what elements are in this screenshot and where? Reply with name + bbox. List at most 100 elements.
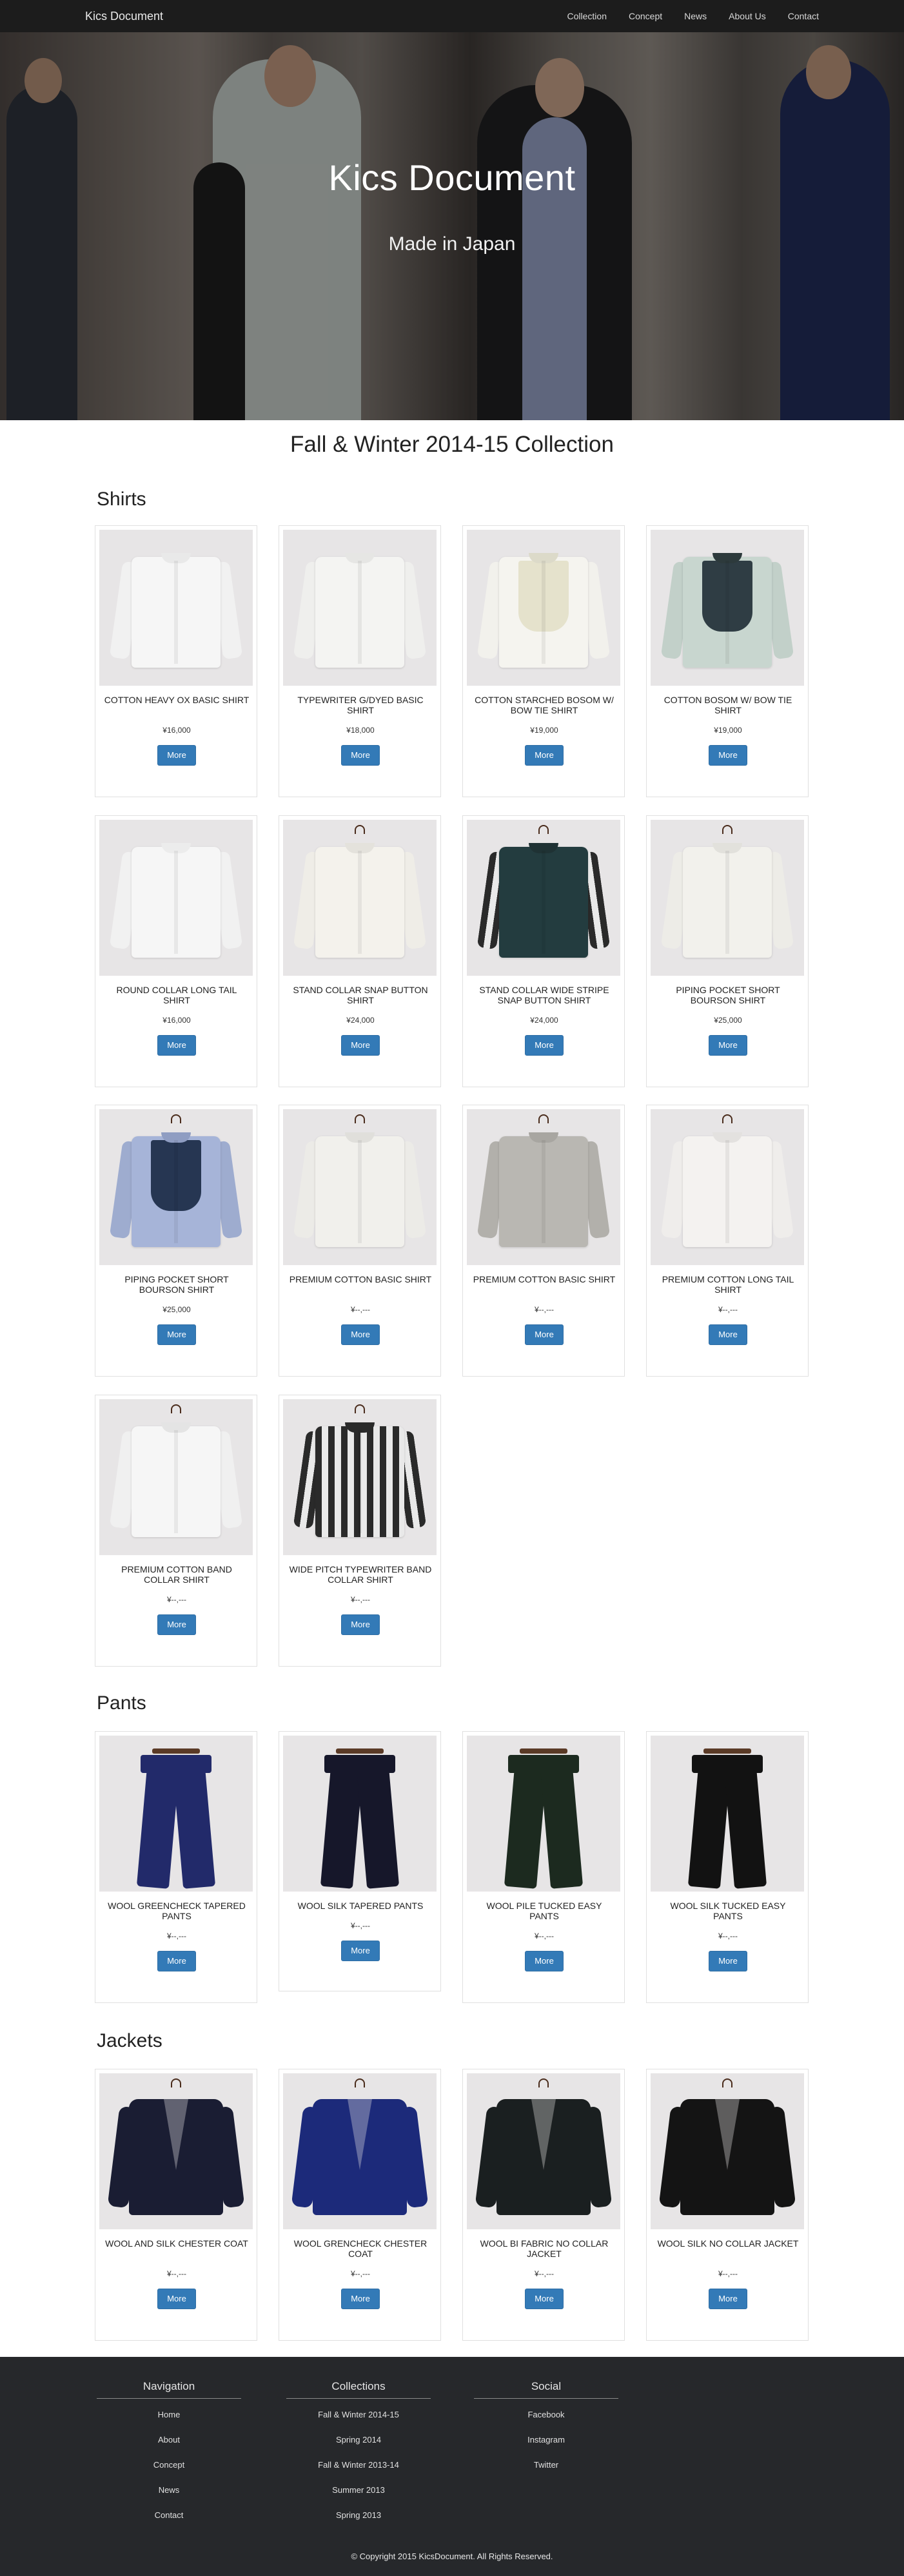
product-image[interactable] [467,2073,620,2229]
more-button[interactable]: More [709,2289,747,2309]
footer-link-concept[interactable]: Concept [97,2457,241,2482]
footer-link-facebook[interactable]: Facebook [474,2407,618,2432]
more-button[interactable]: More [525,1035,564,1056]
footer: Navigation Home About Concept News Conta… [0,2357,904,2576]
product-price: ¥--,--- [351,1921,370,1930]
product-image[interactable] [651,1736,804,1892]
product-image[interactable] [99,1399,253,1555]
product-price: ¥25,000 [162,1305,191,1314]
more-button[interactable]: More [341,1941,380,1961]
more-button[interactable]: More [709,1035,747,1056]
shirts-card: PREMIUM COTTON BASIC SHIRT ¥--,--- More [279,1105,441,1377]
nav-link-collection[interactable]: Collection [567,11,607,21]
pants-card: WOOL PILE TUCKED EASY PANTS ¥--,--- More [462,1731,625,2003]
product-image[interactable] [99,530,253,686]
shirts-card: PIPING POCKET SHORT BOURSON SHIRT ¥25,000… [95,1105,257,1377]
product-image[interactable] [99,820,253,976]
product-name: PIPING POCKET SHORT BOURSON SHIRT [676,985,780,1005]
product-image[interactable] [651,820,804,976]
product-image[interactable] [283,1399,437,1555]
more-button[interactable]: More [157,1035,196,1056]
footer-link-home[interactable]: Home [97,2407,241,2432]
product-image[interactable] [467,530,620,686]
product-image[interactable] [283,2073,437,2229]
more-button[interactable]: More [525,1951,564,1971]
product-name: WOOL GRENCHECK CHESTER COAT [293,2238,427,2259]
product-image[interactable] [99,1109,253,1265]
hanger-icon [538,825,549,834]
product-image[interactable] [283,820,437,976]
top-navbar: Kics Document Collection Concept News Ab… [0,0,904,32]
product-image[interactable] [651,1109,804,1265]
pants-card: WOOL SILK TAPERED PANTS ¥--,--- More [279,1731,441,1991]
product-price: ¥24,000 [530,1016,558,1025]
footer-link-instagram[interactable]: Instagram [474,2432,618,2457]
more-button[interactable]: More [157,745,196,766]
product-price: ¥16,000 [162,726,191,735]
more-button[interactable]: More [341,1035,380,1056]
product-image[interactable] [467,1736,620,1892]
more-button[interactable]: More [709,1951,747,1971]
product-image[interactable] [283,1109,437,1265]
footer-link-spring-2014[interactable]: Spring 2014 [286,2432,431,2457]
hanger-icon [355,1114,365,1123]
product-name: COTTON HEAVY OX BASIC SHIRT [104,695,250,705]
product-price: ¥--,--- [167,2269,186,2278]
footer-link-summer-2013[interactable]: Summer 2013 [286,2482,431,2507]
hanger-icon [171,1404,181,1413]
nav-link-about-us[interactable]: About Us [729,11,766,21]
shirts-card: COTTON HEAVY OX BASIC SHIRT ¥16,000 More [95,525,257,797]
footer-link-about[interactable]: About [97,2432,241,2457]
footer-collections-heading: Collections [286,2380,431,2399]
product-image[interactable] [651,2073,804,2229]
more-button[interactable]: More [341,745,380,766]
more-button[interactable]: More [157,1614,196,1635]
hanger-icon [152,1748,200,1754]
more-button[interactable]: More [341,2289,380,2309]
product-image[interactable] [283,1736,437,1892]
footer-link-fw-2014-15[interactable]: Fall & Winter 2014-15 [286,2407,431,2432]
product-image[interactable] [467,820,620,976]
footer-link-contact[interactable]: Contact [97,2507,241,2532]
footer-link-twitter[interactable]: Twitter [474,2457,618,2482]
product-price: ¥--,--- [167,1595,186,1604]
product-price: ¥16,000 [162,1016,191,1025]
pants-card: WOOL GREENCHECK TAPERED PANTS ¥--,--- More [95,1731,257,2003]
product-name: WOOL BI FABRIC NO COLLAR JACKET [480,2238,609,2259]
more-button[interactable]: More [525,2289,564,2309]
product-image[interactable] [283,530,437,686]
more-button[interactable]: More [709,1324,747,1345]
more-button[interactable]: More [525,1324,564,1345]
shirts-card: PREMIUM COTTON LONG TAIL SHIRT ¥--,--- Mor… [646,1105,809,1377]
more-button[interactable]: More [525,745,564,766]
more-button[interactable]: More [709,745,747,766]
product-name: STAND COLLAR WIDE STRIPE SNAP BUTTON SHI… [479,985,609,1005]
more-button[interactable]: More [341,1614,380,1635]
product-image[interactable] [467,1109,620,1265]
pants-card: WOOL SILK TUCKED EASY PANTS ¥--,--- More [646,1731,809,2003]
nav-link-news[interactable]: News [684,11,707,21]
hanger-icon [722,1114,732,1123]
hanger-icon [336,1748,384,1754]
nav-link-contact[interactable]: Contact [788,11,819,21]
shirts-card: COTTON STARCHED BOSOM W/ BOW TIE SHIRT ¥1… [462,525,625,797]
footer-navigation-column: Navigation Home About Concept News Conta… [97,2380,241,2532]
more-button[interactable]: More [157,1951,196,1971]
shirts-card: PREMIUM COTTON BASIC SHIRT ¥--,--- More [462,1105,625,1377]
product-name: WOOL SILK TAPERED PANTS [297,1901,424,1911]
product-image[interactable] [651,530,804,686]
hanger-icon [703,1748,751,1754]
product-name: WOOL SILK NO COLLAR JACKET [657,2238,799,2249]
footer-link-news[interactable]: News [97,2482,241,2507]
brand-logo-text[interactable]: Kics Document [85,10,163,23]
nav-link-concept[interactable]: Concept [629,11,662,21]
more-button[interactable]: More [157,1324,196,1345]
product-image[interactable] [99,1736,253,1892]
hanger-icon [355,2078,365,2087]
footer-link-fw-2013-14[interactable]: Fall & Winter 2013-14 [286,2457,431,2482]
product-image[interactable] [99,2073,253,2229]
more-button[interactable]: More [157,2289,196,2309]
hanger-icon [722,825,732,834]
footer-link-spring-2013[interactable]: Spring 2013 [286,2507,431,2532]
more-button[interactable]: More [341,1324,380,1345]
